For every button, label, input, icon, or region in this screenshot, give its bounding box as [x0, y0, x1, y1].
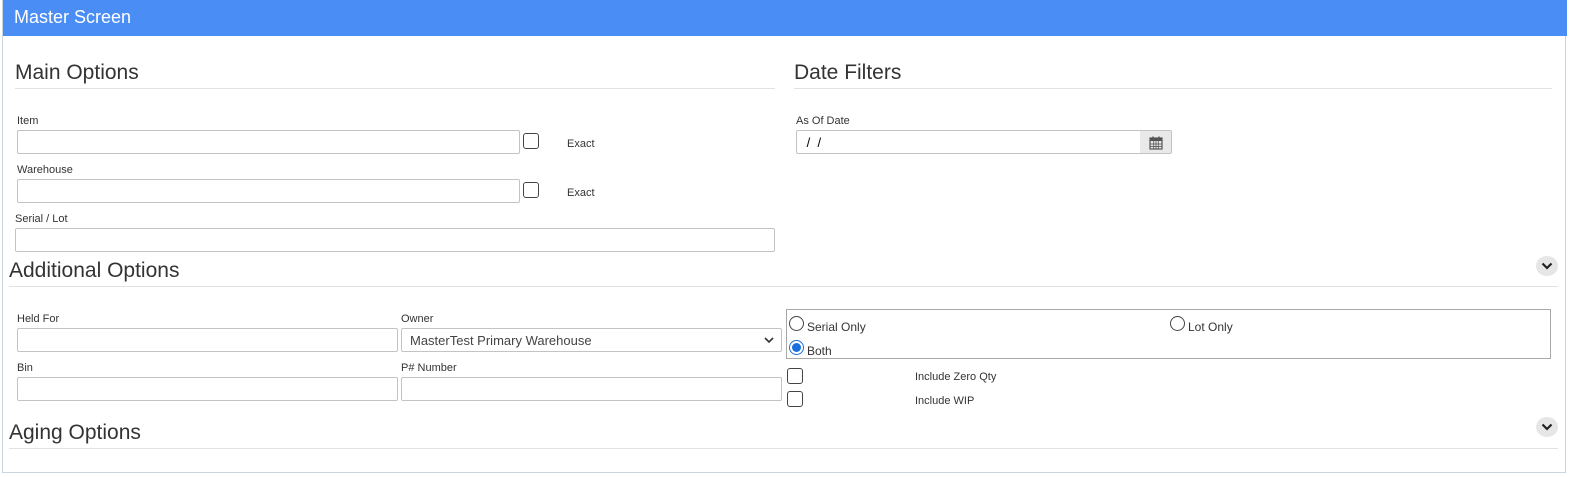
held-for-label: Held For [17, 313, 60, 325]
include-zero-qty-checkbox[interactable] [787, 368, 803, 384]
bin-input[interactable] [17, 377, 398, 401]
warehouse-exact-label: Exact [567, 187, 595, 199]
serial-lot-label: Serial / Lot [15, 213, 68, 225]
chevron-down-icon [1541, 423, 1553, 431]
additional-options-divider [9, 286, 1558, 287]
both-radio[interactable] [789, 340, 804, 355]
bin-label: Bin [17, 362, 33, 374]
chevron-down-icon [764, 337, 774, 344]
window-title-bar: Master Screen [3, 0, 1567, 36]
item-exact-label: Exact [567, 138, 595, 150]
warehouse-exact-checkbox[interactable] [523, 182, 539, 198]
item-label: Item [17, 115, 39, 127]
both-label: Both [807, 344, 832, 358]
owner-label: Owner [401, 313, 434, 325]
serial-lot-input[interactable] [15, 228, 775, 252]
p-number-input[interactable] [401, 377, 782, 401]
include-wip-label: Include WIP [915, 395, 975, 407]
aging-options-divider [9, 448, 1558, 449]
lot-only-radio[interactable] [1170, 316, 1185, 331]
main-options-title: Main Options [15, 61, 139, 84]
main-options-divider [15, 88, 775, 89]
as-of-date-input[interactable] [796, 130, 1141, 154]
window-title: Master Screen [14, 7, 132, 27]
chevron-down-icon [1541, 262, 1553, 270]
warehouse-label: Warehouse [17, 164, 73, 176]
date-filters-divider [794, 88, 1552, 89]
include-wip-checkbox[interactable] [787, 391, 803, 407]
warehouse-input[interactable] [17, 179, 520, 203]
serial-lot-radio-group: Serial Only Lot Only Both [786, 309, 1551, 359]
aging-options-title: Aging Options [9, 421, 141, 444]
date-filters-title: Date Filters [794, 61, 902, 84]
additional-options-expand-button[interactable] [1536, 256, 1558, 276]
item-exact-checkbox[interactable] [523, 133, 539, 149]
include-zero-qty-label: Include Zero Qty [915, 371, 997, 383]
held-for-input[interactable] [17, 328, 398, 352]
calendar-icon [1149, 136, 1163, 150]
serial-only-radio[interactable] [789, 316, 804, 331]
item-input[interactable] [17, 130, 520, 154]
as-of-date-label: As Of Date [796, 115, 850, 127]
serial-only-label: Serial Only [807, 320, 866, 334]
owner-selected-value: MasterTest Primary Warehouse [410, 333, 592, 348]
p-number-label: P# Number [401, 362, 457, 374]
aging-options-expand-button[interactable] [1536, 417, 1558, 437]
master-screen-window: Master Screen Main Options Item Exact Wa… [2, 0, 1567, 473]
lot-only-label: Lot Only [1188, 320, 1233, 334]
owner-select[interactable]: MasterTest Primary Warehouse [401, 328, 782, 352]
additional-options-title: Additional Options [9, 259, 180, 282]
date-picker-button[interactable] [1140, 130, 1172, 154]
